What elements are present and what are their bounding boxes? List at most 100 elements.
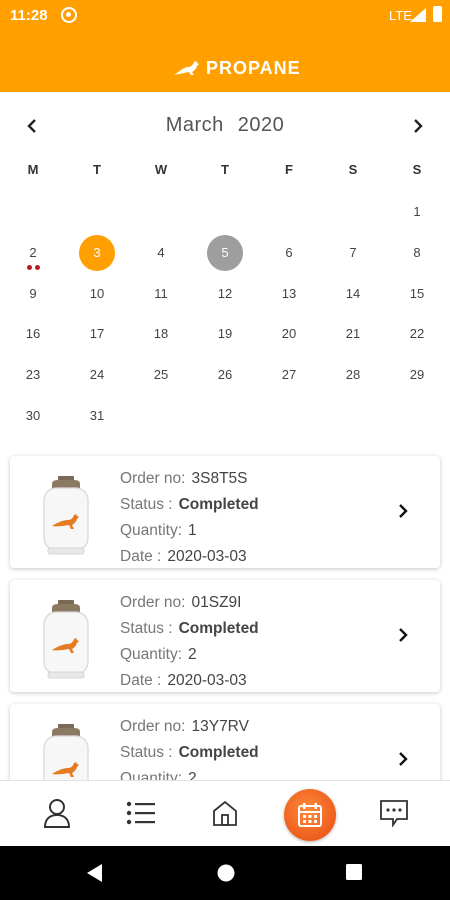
- order-details: Order no: 01SZ9I Status : Completed Quanti…: [120, 590, 259, 694]
- order-status: Completed: [178, 620, 259, 637]
- calendar-day[interactable]: 14: [335, 276, 371, 312]
- month-title: March 2020: [0, 114, 450, 137]
- calendar-day[interactable]: 19: [207, 316, 243, 352]
- order-list[interactable]: Order no: 3S8T5S Status : Completed Quanti…: [0, 452, 450, 780]
- event-dot: [27, 264, 32, 270]
- date-row: Date : 2020-03-03: [120, 544, 259, 570]
- calendar-day[interactable]: 5: [207, 234, 243, 271]
- calendar-day[interactable]: 21: [335, 316, 371, 352]
- order-status: Completed: [178, 744, 259, 761]
- calendar-day[interactable]: 25: [143, 357, 179, 393]
- propane-tank-icon: [43, 600, 89, 679]
- status-time: 11:28: [10, 7, 48, 24]
- order-no: 13Y7RV: [191, 718, 249, 735]
- chat-nav-button[interactable]: [374, 795, 414, 831]
- order-quantity: 2: [188, 646, 197, 663]
- chevron-right-icon[interactable]: [392, 624, 414, 646]
- calendar-day[interactable]: 26: [207, 357, 243, 393]
- chevron-right-icon[interactable]: [392, 748, 414, 770]
- home-nav-button[interactable]: [205, 795, 245, 831]
- order-no-label: Order no:: [120, 470, 186, 487]
- order-no-row: Order no: 13Y7RV: [120, 714, 259, 740]
- calendar-day[interactable]: 12: [207, 276, 243, 312]
- brand-logo: PROPANE: [172, 56, 301, 80]
- quantity-row: Quantity: 2: [120, 766, 259, 780]
- calendar-day[interactable]: 28: [335, 357, 371, 393]
- system-nav-bar: [0, 846, 450, 900]
- calendar-day[interactable]: 6: [271, 235, 307, 271]
- order-no: 01SZ9I: [191, 594, 242, 611]
- calendar-day[interactable]: 29: [399, 357, 435, 393]
- calendar-day[interactable]: 1: [399, 194, 435, 230]
- order-quantity: 1: [188, 522, 197, 539]
- calendar-day[interactable]: 7: [335, 235, 371, 271]
- chat-icon: [380, 800, 408, 827]
- calendar-day[interactable]: 9: [15, 276, 51, 312]
- order-date: 2020-03-03: [167, 672, 247, 689]
- calendar-day[interactable]: 10: [79, 276, 115, 312]
- weekday-label: M: [27, 162, 39, 177]
- calendar-day[interactable]: 4: [143, 235, 179, 271]
- status-label: Status :: [120, 744, 173, 761]
- calendar-day[interactable]: 17: [79, 316, 115, 352]
- status-label: Status :: [120, 496, 173, 513]
- order-date: 2020-03-03: [167, 548, 247, 565]
- order-status: Completed: [178, 496, 259, 513]
- kangaroo-logo-icon: [174, 61, 199, 75]
- calendar-day[interactable]: 8: [399, 235, 435, 271]
- calendar-day[interactable]: 20: [271, 316, 307, 352]
- order-no-label: Order no:: [120, 594, 186, 611]
- home-system-icon[interactable]: [216, 863, 236, 883]
- bottom-nav: [0, 780, 450, 846]
- calendar-day[interactable]: 13: [271, 276, 307, 312]
- order-card[interactable]: Order no: 01SZ9I Status : Completed Quanti…: [10, 580, 440, 692]
- calendar-day[interactable]: 30: [15, 398, 51, 434]
- signal-icon: [410, 8, 426, 22]
- status-bar: 11:28 LTE: [0, 0, 450, 32]
- order-no-label: Order no:: [120, 718, 186, 735]
- calendar-header: March 2020: [0, 108, 450, 144]
- weekday-label: S: [348, 162, 358, 177]
- month-name: March: [165, 114, 224, 136]
- calendar-day[interactable]: 24: [79, 357, 115, 393]
- order-details: Order no: 3S8T5S Status : Completed Quanti…: [120, 466, 259, 570]
- date-label: Date :: [120, 548, 162, 565]
- calendar-day[interactable]: 22: [399, 316, 435, 352]
- order-no-row: Order no: 01SZ9I: [120, 590, 259, 616]
- date-row: Date : 2020-03-03: [120, 668, 259, 694]
- list-nav-button[interactable]: [121, 795, 161, 831]
- profile-nav-button[interactable]: [37, 795, 77, 831]
- calendar-day[interactable]: 18: [143, 316, 179, 352]
- calendar-day[interactable]: 27: [271, 357, 307, 393]
- calendar-nav-button[interactable]: [284, 789, 336, 841]
- recents-icon[interactable]: [345, 863, 363, 881]
- status-row: Status : Completed: [120, 616, 259, 642]
- calendar-day[interactable]: 11: [143, 276, 179, 312]
- propane-tank-icon: [43, 724, 89, 780]
- order-quantity: 2: [188, 770, 197, 780]
- year: 2020: [237, 114, 285, 136]
- calendar-day[interactable]: 31: [79, 398, 115, 434]
- calendar-day[interactable]: 16: [15, 316, 51, 352]
- order-card[interactable]: Order no: 13Y7RV Status : Completed Quanti…: [10, 704, 440, 780]
- weekday-label: T: [221, 162, 229, 177]
- calendar-day[interactable]: 3: [79, 234, 115, 271]
- profile-icon: [43, 799, 71, 828]
- event-dot: [35, 264, 40, 270]
- date-label: Date :: [120, 672, 162, 689]
- quantity-row: Quantity: 2: [120, 642, 259, 668]
- status-row: Status : Completed: [120, 740, 259, 766]
- weekday-label: F: [285, 162, 293, 177]
- back-icon[interactable]: [86, 863, 104, 883]
- order-no-row: Order no: 3S8T5S: [120, 466, 259, 492]
- calendar-day[interactable]: 15: [399, 276, 435, 312]
- order-no: 3S8T5S: [191, 470, 248, 487]
- chevron-right-icon[interactable]: [392, 500, 414, 522]
- next-month-button[interactable]: [404, 112, 432, 140]
- event-marker-dots: [27, 264, 40, 270]
- order-card[interactable]: Order no: 3S8T5S Status : Completed Quanti…: [10, 456, 440, 568]
- battery-icon: [433, 6, 442, 22]
- status-row: Status : Completed: [120, 492, 259, 518]
- brand-name: PROPANE: [206, 57, 301, 78]
- calendar-day[interactable]: 23: [15, 357, 51, 393]
